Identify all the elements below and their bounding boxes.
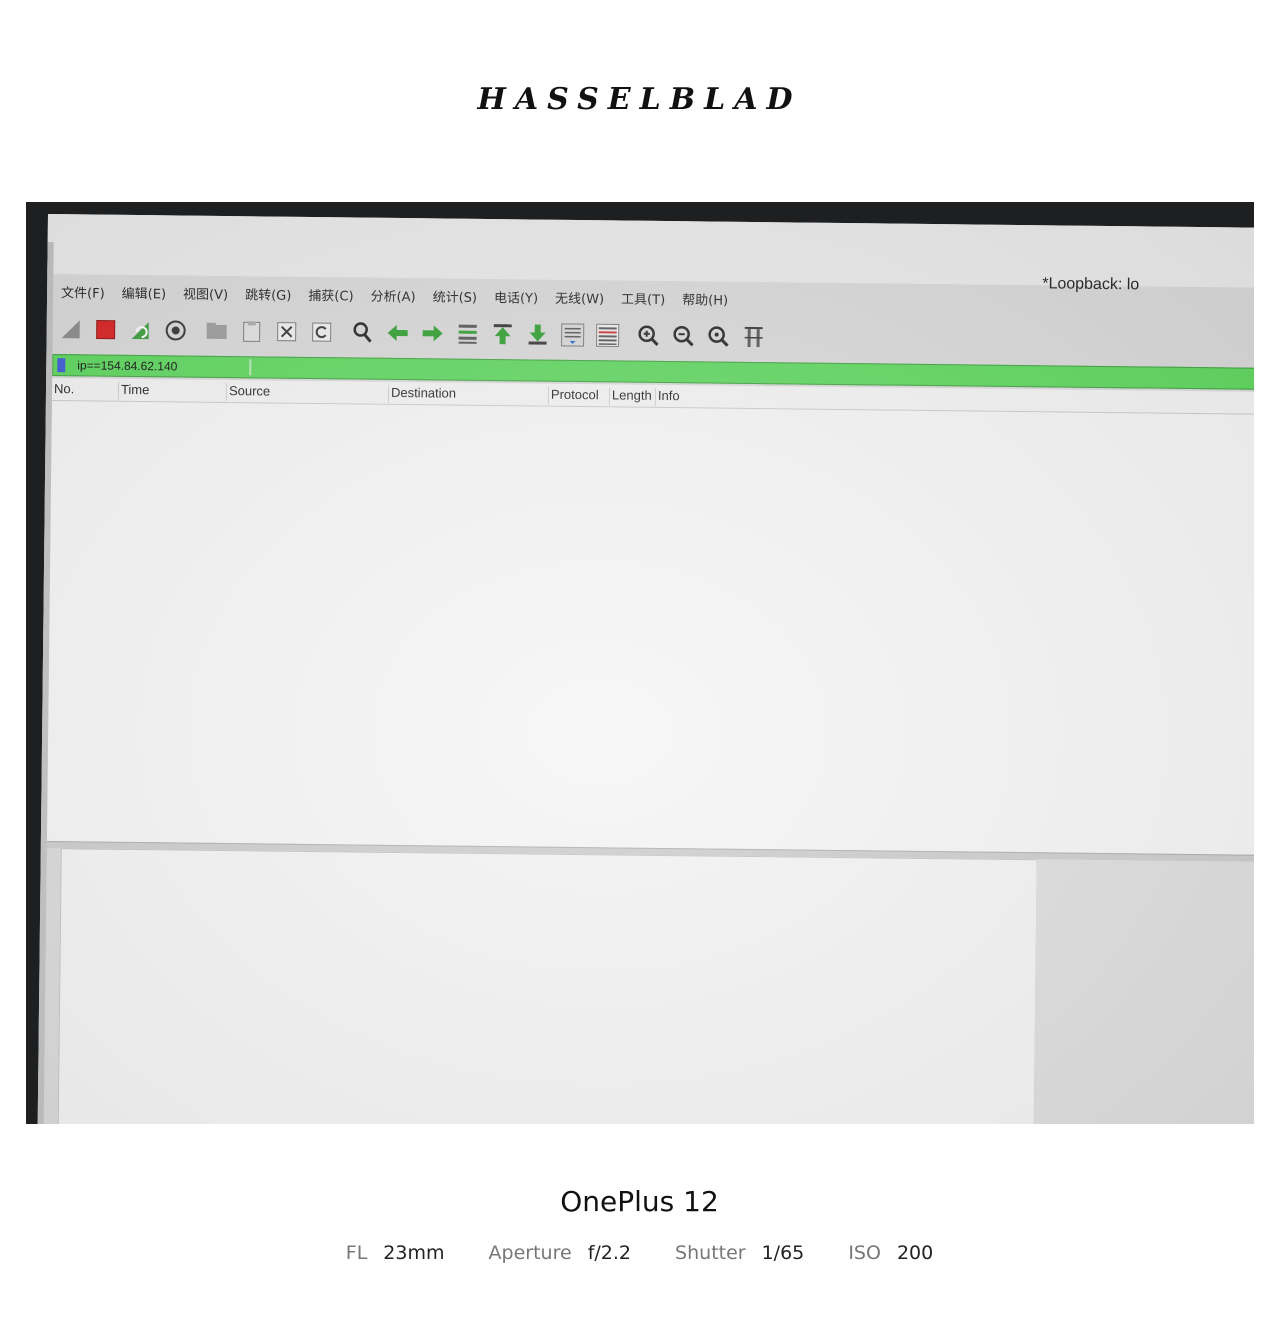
last-packet-icon[interactable] bbox=[524, 320, 552, 348]
go-to-packet-icon[interactable] bbox=[454, 320, 482, 348]
brand-logo: HASSELBLAD bbox=[477, 82, 802, 117]
spec-label-aperture: Aperture bbox=[488, 1242, 572, 1264]
packet-bytes-pane[interactable] bbox=[1033, 859, 1254, 1124]
menu-wireless[interactable]: 无线(W) bbox=[555, 288, 604, 311]
bookmark-icon[interactable] bbox=[57, 358, 66, 373]
wireshark-window: *Loopback: lo 文件(F) 编辑(E) 视图(V) 跳转(G) 捕获… bbox=[37, 214, 1254, 1124]
spec-label-iso: ISO bbox=[848, 1242, 881, 1264]
filter-divider bbox=[249, 359, 252, 376]
menu-go[interactable]: 跳转(G) bbox=[245, 284, 291, 307]
column-info[interactable]: Info bbox=[654, 387, 680, 407]
spec-value-shutter: 1/65 bbox=[761, 1242, 805, 1264]
menu-help[interactable]: 帮助(H) bbox=[682, 289, 728, 312]
go-back-icon[interactable] bbox=[384, 319, 412, 347]
resize-columns-icon[interactable] bbox=[739, 323, 767, 351]
photo-screen: *Loopback: lo 文件(F) 编辑(E) 视图(V) 跳转(G) 捕获… bbox=[26, 202, 1254, 1124]
display-filter-input[interactable] bbox=[73, 356, 252, 377]
menu-analyze[interactable]: 分析(A) bbox=[370, 286, 415, 309]
colorize-icon[interactable] bbox=[594, 321, 622, 349]
normal-size-icon[interactable] bbox=[704, 322, 732, 350]
window-title: *Loopback: lo bbox=[1042, 275, 1140, 294]
zoom-in-icon[interactable] bbox=[634, 322, 662, 350]
open-file-icon[interactable] bbox=[203, 317, 231, 345]
stop-capture-icon[interactable] bbox=[92, 316, 120, 344]
column-source[interactable]: Source bbox=[225, 383, 271, 402]
column-protocol[interactable]: Protocol bbox=[547, 386, 599, 406]
menu-view[interactable]: 视图(V) bbox=[183, 284, 228, 307]
menu-capture[interactable]: 捕获(C) bbox=[308, 285, 353, 308]
spec-label-shutter: Shutter bbox=[675, 1242, 746, 1264]
spec-label-fl: FL bbox=[345, 1242, 368, 1264]
menu-bar: 文件(F) 编辑(E) 视图(V) 跳转(G) 捕获(C) 分析(A) 统计(S… bbox=[61, 282, 745, 312]
reload-file-icon[interactable] bbox=[308, 318, 336, 346]
first-packet-icon[interactable] bbox=[489, 320, 517, 348]
auto-scroll-icon[interactable] bbox=[559, 321, 587, 349]
spec-value-iso: 200 bbox=[896, 1242, 934, 1264]
packet-details-pane[interactable] bbox=[57, 848, 1038, 1124]
restart-capture-icon[interactable] bbox=[127, 316, 155, 344]
column-time[interactable]: Time bbox=[117, 381, 150, 401]
menu-file[interactable]: 文件(F) bbox=[61, 282, 105, 304]
menu-telephony[interactable]: 电话(Y) bbox=[494, 287, 538, 309]
column-length[interactable]: Length bbox=[608, 387, 652, 406]
spec-value-aperture: f/2.2 bbox=[587, 1242, 631, 1264]
column-no[interactable]: No. bbox=[52, 381, 74, 399]
save-file-icon[interactable] bbox=[238, 317, 266, 345]
menu-tools[interactable]: 工具(T) bbox=[621, 289, 665, 311]
column-destination[interactable]: Destination bbox=[387, 384, 457, 404]
find-packet-icon[interactable] bbox=[349, 318, 377, 346]
spec-value-fl: 23mm bbox=[383, 1242, 445, 1264]
shark-fin-icon[interactable] bbox=[57, 315, 85, 343]
close-file-icon[interactable] bbox=[273, 318, 301, 346]
menu-statistics[interactable]: 统计(S) bbox=[432, 286, 478, 309]
capture-options-icon[interactable] bbox=[162, 316, 190, 344]
zoom-out-icon[interactable] bbox=[669, 322, 697, 350]
packet-list[interactable] bbox=[46, 401, 1254, 856]
main-toolbar bbox=[56, 310, 1254, 362]
camera-model: OnePlus 12 bbox=[560, 1185, 719, 1218]
go-forward-icon[interactable] bbox=[419, 319, 447, 347]
camera-specs: FL 23mm Aperture f/2.2 Shutter 1/65 ISO 200 bbox=[0, 1242, 1279, 1264]
menu-edit[interactable]: 编辑(E) bbox=[122, 283, 167, 306]
